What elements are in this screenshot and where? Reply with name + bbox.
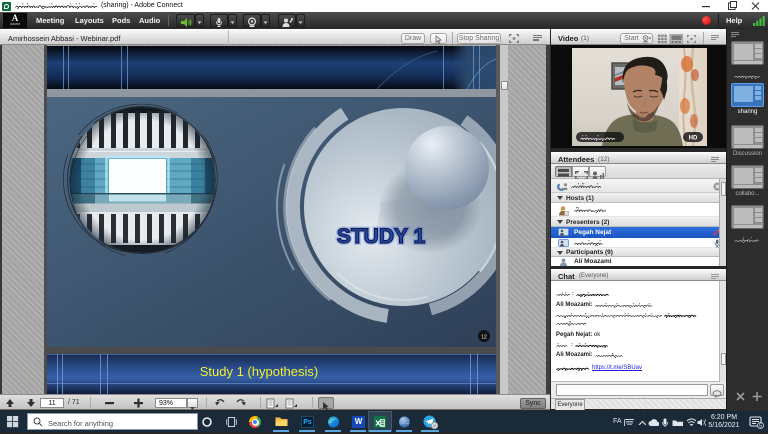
svg-text:HD: HD bbox=[689, 136, 698, 142]
svg-text:12: 12 bbox=[481, 335, 487, 341]
svg-text:STUDY 1: STUDY 1 bbox=[337, 225, 426, 248]
svg-text:5: 5 bbox=[759, 424, 762, 429]
svg-text:Study 1 (hypothesis): Study 1 (hypothesis) bbox=[200, 364, 319, 379]
